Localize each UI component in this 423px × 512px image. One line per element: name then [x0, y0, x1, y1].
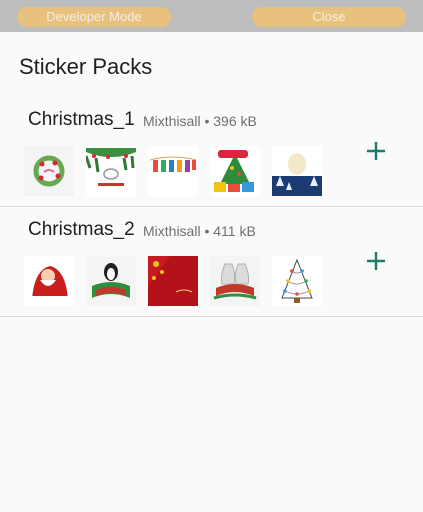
- sticker-pack-row[interactable]: Christmas_2 Mixthisall • 411 kB: [0, 207, 423, 317]
- sticker-packs-sheet: Sticker Packs Christmas_1 Mixthisall • 3…: [0, 32, 423, 512]
- pack-name: Christmas_2: [28, 219, 135, 240]
- sticker-thumbnails: [24, 146, 334, 196]
- top-bar: Developer Mode Close: [0, 0, 423, 32]
- add-pack-button[interactable]: [364, 249, 388, 273]
- pack-name: Christmas_1: [28, 109, 135, 130]
- page-title: Sticker Packs: [19, 54, 153, 79]
- xmas-tree-gifts-icon: [210, 146, 260, 196]
- meta-separator: •: [204, 113, 214, 129]
- pack-size: 411 kB: [213, 223, 256, 239]
- penguin-banner-icon: [86, 256, 136, 306]
- meta-separator: •: [204, 223, 214, 239]
- santa-icon: [24, 256, 74, 306]
- add-pack-button[interactable]: [364, 139, 388, 163]
- pack-size: 396 kB: [213, 113, 257, 129]
- xmas-snow-scene-icon: [272, 146, 322, 196]
- developer-mode-button[interactable]: Developer Mode: [17, 7, 171, 27]
- pack-meta: Mixthisall • 396 kB: [143, 113, 257, 129]
- pack-publisher: Mixthisall: [143, 113, 201, 129]
- pack-meta: Mixthisall • 411 kB: [143, 223, 256, 239]
- sticker-thumbnails: [24, 256, 334, 306]
- xmas-stockings-icon: [148, 146, 198, 196]
- xmas-red-card-icon: [148, 256, 198, 306]
- xmas-lights-tree-icon: [272, 256, 322, 306]
- xmas-bells-icon: [210, 256, 260, 306]
- close-button[interactable]: Close: [252, 7, 406, 27]
- xmas-wreath-icon: [24, 146, 74, 196]
- sticker-pack-row[interactable]: Christmas_1 Mixthisall • 396 kB: [0, 97, 423, 207]
- pack-publisher: Mixthisall: [143, 223, 201, 239]
- xmas-garland-icon: [86, 146, 136, 196]
